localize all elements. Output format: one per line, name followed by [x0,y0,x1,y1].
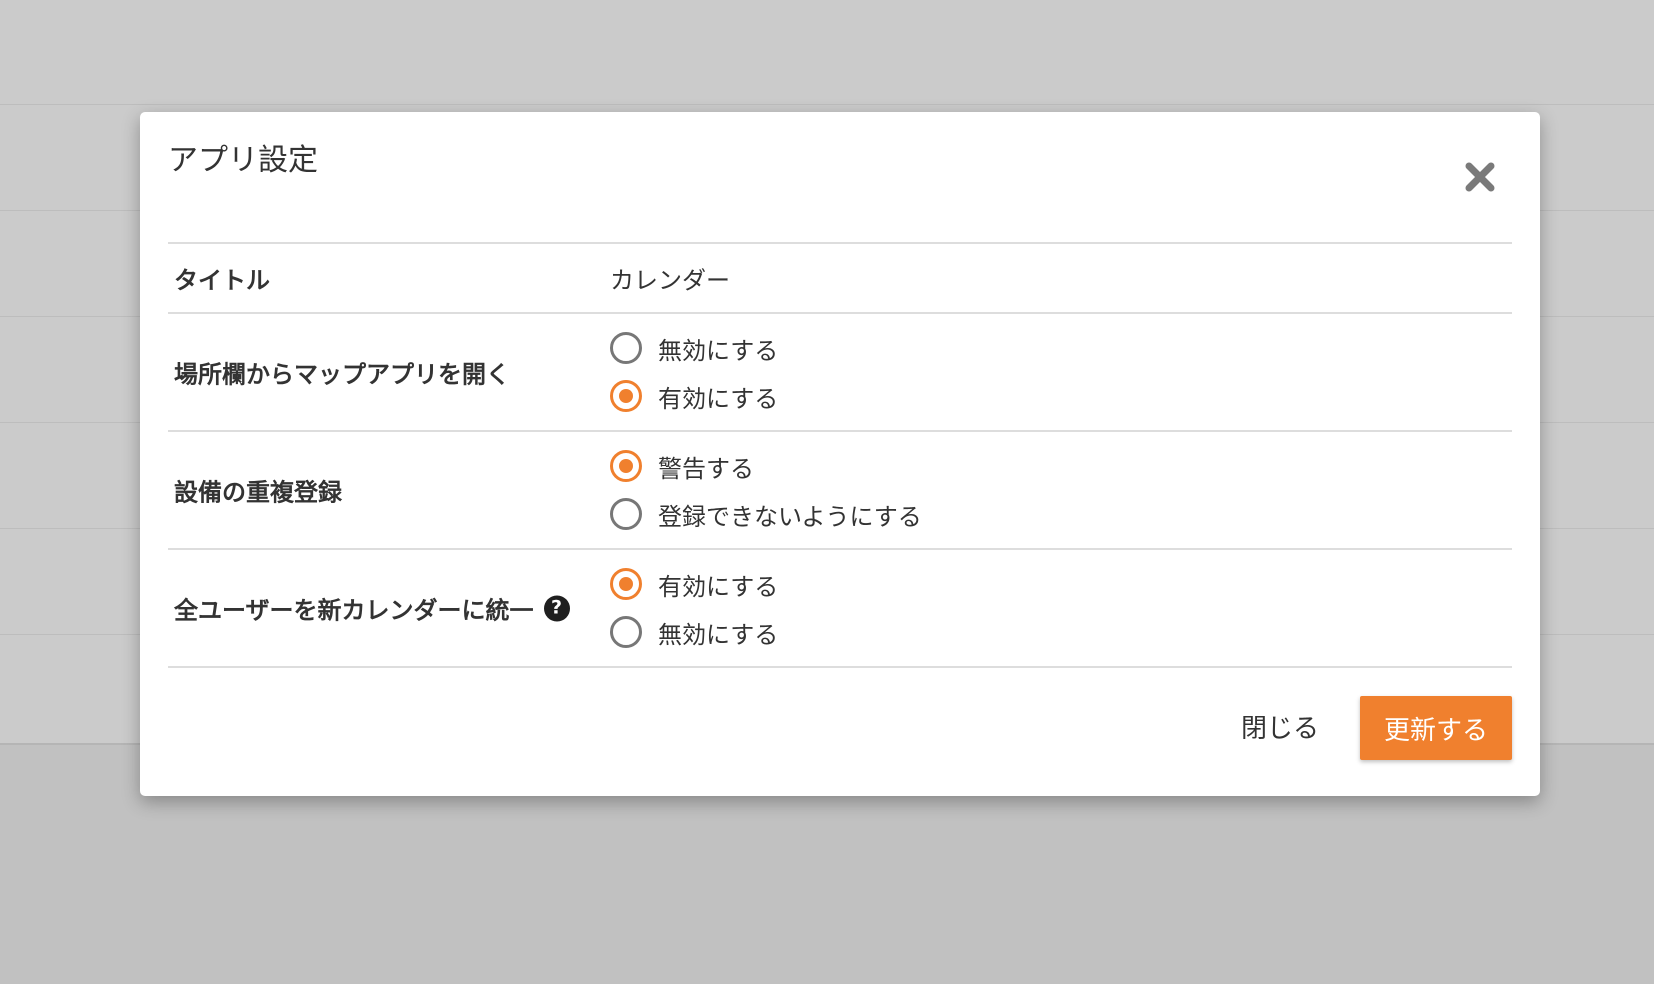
radio-label: 有効にする [658,572,779,601]
radio-button-checked[interactable] [610,450,642,482]
radio-button[interactable] [610,616,642,648]
radio-button-checked[interactable] [610,380,642,412]
settings-row-unify-calendar: 全ユーザーを新カレンダーに統一 ? 有効にする 無効にする [168,550,1512,668]
close-button[interactable]: 閉じる [1210,696,1350,756]
question-circle-icon[interactable]: ? [543,595,570,621]
title-value: カレンダー [610,266,730,295]
radio-button[interactable] [610,332,642,364]
row-label: 場所欄からマップアプリを開く [174,360,510,389]
radio-group-map-open: 無効にする 有効にする [610,314,778,430]
radio-option-unify-disable[interactable]: 無効にする [610,616,779,649]
radio-button-checked[interactable] [610,568,642,600]
radio-option-map-disable[interactable]: 無効にする [610,332,779,365]
close-icon[interactable] [1463,160,1497,194]
dialog-title: アプリ設定 [168,143,318,178]
settings-table: タイトル カレンダー 場所欄からマップアプリを開く 無効にする 有効にする 設備… [168,242,1512,668]
radio-option-map-enable[interactable]: 有効にする [610,380,779,413]
radio-label: 無効にする [658,620,779,649]
radio-label: 有効にする [658,384,779,413]
settings-row-title: タイトル カレンダー [168,244,1512,314]
row-label: 設備の重複登録 [174,478,342,507]
row-label: タイトル [174,266,270,295]
radio-group-duplicate-booking: 警告する 登録できないようにする [610,432,922,548]
radio-label: 登録できないようにする [658,502,922,531]
settings-row-map-open: 場所欄からマップアプリを開く 無効にする 有効にする [168,314,1512,432]
radio-label: 警告する [658,454,754,483]
radio-option-unify-enable[interactable]: 有効にする [610,568,779,601]
radio-label: 無効にする [658,336,779,365]
radio-option-warn[interactable]: 警告する [610,450,922,483]
row-label: 全ユーザーを新カレンダーに統一 ? [174,591,570,626]
app-settings-dialog: アプリ設定 タイトル カレンダー 場所欄からマップアプリを開く 無効にする 有効… [140,112,1540,796]
row-label-text: 全ユーザーを新カレンダーに統一 [174,596,534,625]
radio-group-unify-calendar: 有効にする 無効にする [610,550,778,666]
radio-option-prevent[interactable]: 登録できないようにする [610,498,922,531]
update-button[interactable]: 更新する [1360,696,1512,760]
background-divider [0,104,1654,105]
radio-button[interactable] [610,498,642,530]
settings-row-duplicate-booking: 設備の重複登録 警告する 登録できないようにする [168,432,1512,550]
